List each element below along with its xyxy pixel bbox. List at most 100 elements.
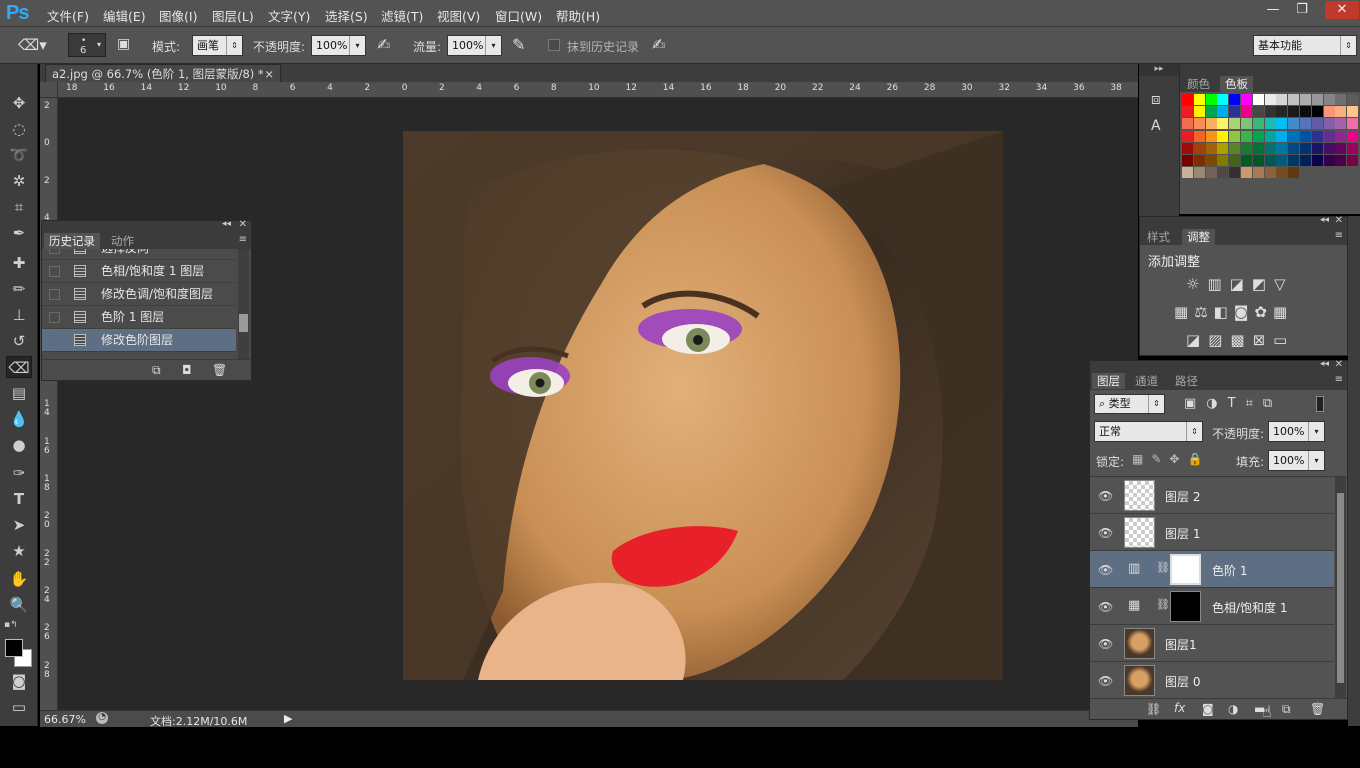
color-swatch[interactable] <box>1205 130 1217 142</box>
color-swatch[interactable] <box>1252 118 1264 130</box>
tab-paths[interactable]: 路径 <box>1170 373 1203 389</box>
color-swatch[interactable] <box>1182 118 1193 130</box>
eraser-tool-icon[interactable]: ⌫ <box>6 356 32 378</box>
color-swatch[interactable] <box>1323 106 1335 118</box>
color-swatch[interactable] <box>1193 94 1205 105</box>
type-filter-icon[interactable]: T <box>1228 396 1246 411</box>
zoom-level[interactable]: 66.67% <box>44 713 86 726</box>
scroll-thumb[interactable] <box>1337 493 1344 683</box>
history-item[interactable]: 修改色调/饱和度图层 <box>42 283 236 306</box>
color-swatch[interactable] <box>1229 106 1241 118</box>
character-panel-icon[interactable]: A <box>1151 118 1161 134</box>
layer-filter-icons[interactable]: ▣◑T⌗⧉ <box>1184 396 1334 411</box>
eye-visibility-icon[interactable]: 👁 <box>1098 674 1113 688</box>
color-swatch[interactable] <box>1300 106 1311 118</box>
color-swatch[interactable] <box>1252 142 1264 154</box>
eyedropper-tool-icon[interactable]: ✒ <box>6 222 32 244</box>
color-swatch[interactable] <box>1288 118 1300 130</box>
eye-visibility-icon[interactable]: 👁 <box>1098 600 1113 614</box>
layers-scrollbar[interactable] <box>1335 477 1346 698</box>
color-swatch[interactable] <box>1193 142 1205 154</box>
color-swatch[interactable] <box>1335 142 1347 154</box>
menu-view[interactable]: 视图(V) <box>437 6 480 25</box>
erase-history-checkbox[interactable] <box>548 39 560 51</box>
blur-tool-icon[interactable]: 💧 <box>6 408 32 430</box>
color-swatch[interactable] <box>1347 118 1359 130</box>
menu-select[interactable]: 选择(S) <box>325 6 368 25</box>
color-swatch[interactable] <box>1300 94 1311 105</box>
menu-image[interactable]: 图像(I) <box>159 6 197 25</box>
color-swatch[interactable] <box>1323 94 1335 105</box>
close-panel-icon[interactable]: ✕ <box>239 219 247 230</box>
history-checkbox[interactable] <box>49 249 60 254</box>
color-swatch[interactable] <box>1276 142 1288 154</box>
color-swatch[interactable] <box>1276 118 1288 130</box>
smart-object-filter-icon[interactable]: ⧉ <box>1263 396 1282 411</box>
tab-swatches[interactable]: 色板 <box>1220 76 1253 92</box>
color-swatch[interactable] <box>1300 118 1311 130</box>
invert-icon[interactable]: ◪ <box>1186 331 1208 349</box>
color-swatch[interactable] <box>1229 94 1241 105</box>
color-swatch[interactable] <box>1205 167 1217 179</box>
color-swatch[interactable] <box>1323 118 1335 130</box>
magic-wand-tool-icon[interactable]: ✲ <box>6 170 32 192</box>
new-layer-icon[interactable]: ⧉ <box>1282 702 1291 717</box>
color-swatch[interactable] <box>1311 94 1323 105</box>
posterize-icon[interactable]: ▨ <box>1208 331 1230 349</box>
healing-brush-tool-icon[interactable]: ✚ <box>6 252 32 274</box>
curves-icon[interactable]: ◪ <box>1230 275 1252 293</box>
tab-layers[interactable]: 图层 <box>1092 373 1125 389</box>
color-swatch[interactable] <box>1335 106 1347 118</box>
color-swatch[interactable] <box>1241 118 1252 130</box>
hue-saturation-icon[interactable]: ▦ <box>1174 303 1194 321</box>
marquee-tool-icon[interactable]: ◌ <box>6 118 32 140</box>
tab-adjustments[interactable]: 调整 <box>1182 229 1215 245</box>
eye-visibility-icon[interactable]: 👁 <box>1098 489 1113 503</box>
hand-tool-icon[interactable]: ✋ <box>6 568 32 590</box>
color-swatch[interactable] <box>1288 142 1300 154</box>
color-swatch[interactable] <box>1241 155 1252 166</box>
color-swatch[interactable] <box>1311 106 1323 118</box>
color-swatch[interactable] <box>1276 167 1288 179</box>
color-swatch[interactable] <box>1217 130 1229 142</box>
history-states-icon[interactable]: ⧈ <box>1151 90 1161 108</box>
zoom-tool-icon[interactable]: 🔍 <box>6 594 32 616</box>
menu-type[interactable]: 文字(Y) <box>268 6 310 25</box>
color-swatch[interactable] <box>1288 155 1300 166</box>
color-swatch[interactable] <box>1323 130 1335 142</box>
menu-edit[interactable]: 编辑(E) <box>103 6 146 25</box>
color-swatch[interactable] <box>1241 130 1252 142</box>
history-checkbox[interactable] <box>49 266 60 277</box>
menu-layer[interactable]: 图层(L) <box>212 6 254 25</box>
color-swatch[interactable] <box>1182 155 1193 166</box>
menu-window[interactable]: 窗口(W) <box>495 6 542 25</box>
color-swatch[interactable] <box>1252 130 1264 142</box>
document-tab[interactable]: a2.jpg @ 66.7% (色阶 1, 图层蒙版/8) * × <box>45 64 281 82</box>
link-icon[interactable]: ⛓ <box>1146 702 1161 716</box>
expand-dock-icon[interactable]: ▸▸ <box>1139 64 1179 76</box>
mode-select[interactable]: 画笔 ⇕ <box>192 35 243 56</box>
color-swatch[interactable] <box>1205 142 1217 154</box>
layer-row[interactable]: 👁 ▦ ⛓ 色相/饱和度 1 <box>1090 588 1334 625</box>
layer-filter-kind-select[interactable]: ⌕ 类型 ⇕ <box>1094 394 1165 414</box>
color-swatch[interactable] <box>1182 130 1193 142</box>
lock-position-icon[interactable]: ✥ <box>1169 452 1187 466</box>
color-swatch[interactable] <box>1335 94 1347 105</box>
color-swatch[interactable] <box>1276 94 1288 105</box>
color-swatch[interactable] <box>1252 106 1264 118</box>
color-swatch[interactable] <box>1311 118 1323 130</box>
color-lookup-icon[interactable]: ▦ <box>1273 303 1293 321</box>
eye-visibility-icon[interactable]: 👁 <box>1098 563 1113 577</box>
close-panel-icon[interactable]: ✕ <box>1335 359 1343 370</box>
tab-color[interactable]: 颜色 <box>1182 76 1215 92</box>
crop-tool-icon[interactable]: ⌗ <box>6 196 32 218</box>
color-swatch[interactable] <box>1193 106 1205 118</box>
history-checkbox[interactable] <box>49 289 60 300</box>
color-swatch[interactable] <box>1347 106 1359 118</box>
color-swatch[interactable] <box>1205 155 1217 166</box>
color-swatch[interactable] <box>1335 155 1347 166</box>
exposure-icon[interactable]: ◩ <box>1252 275 1274 293</box>
black-white-icon[interactable]: ◧ <box>1214 303 1234 321</box>
color-swatch[interactable] <box>1276 130 1288 142</box>
color-swatch[interactable] <box>1347 94 1359 105</box>
